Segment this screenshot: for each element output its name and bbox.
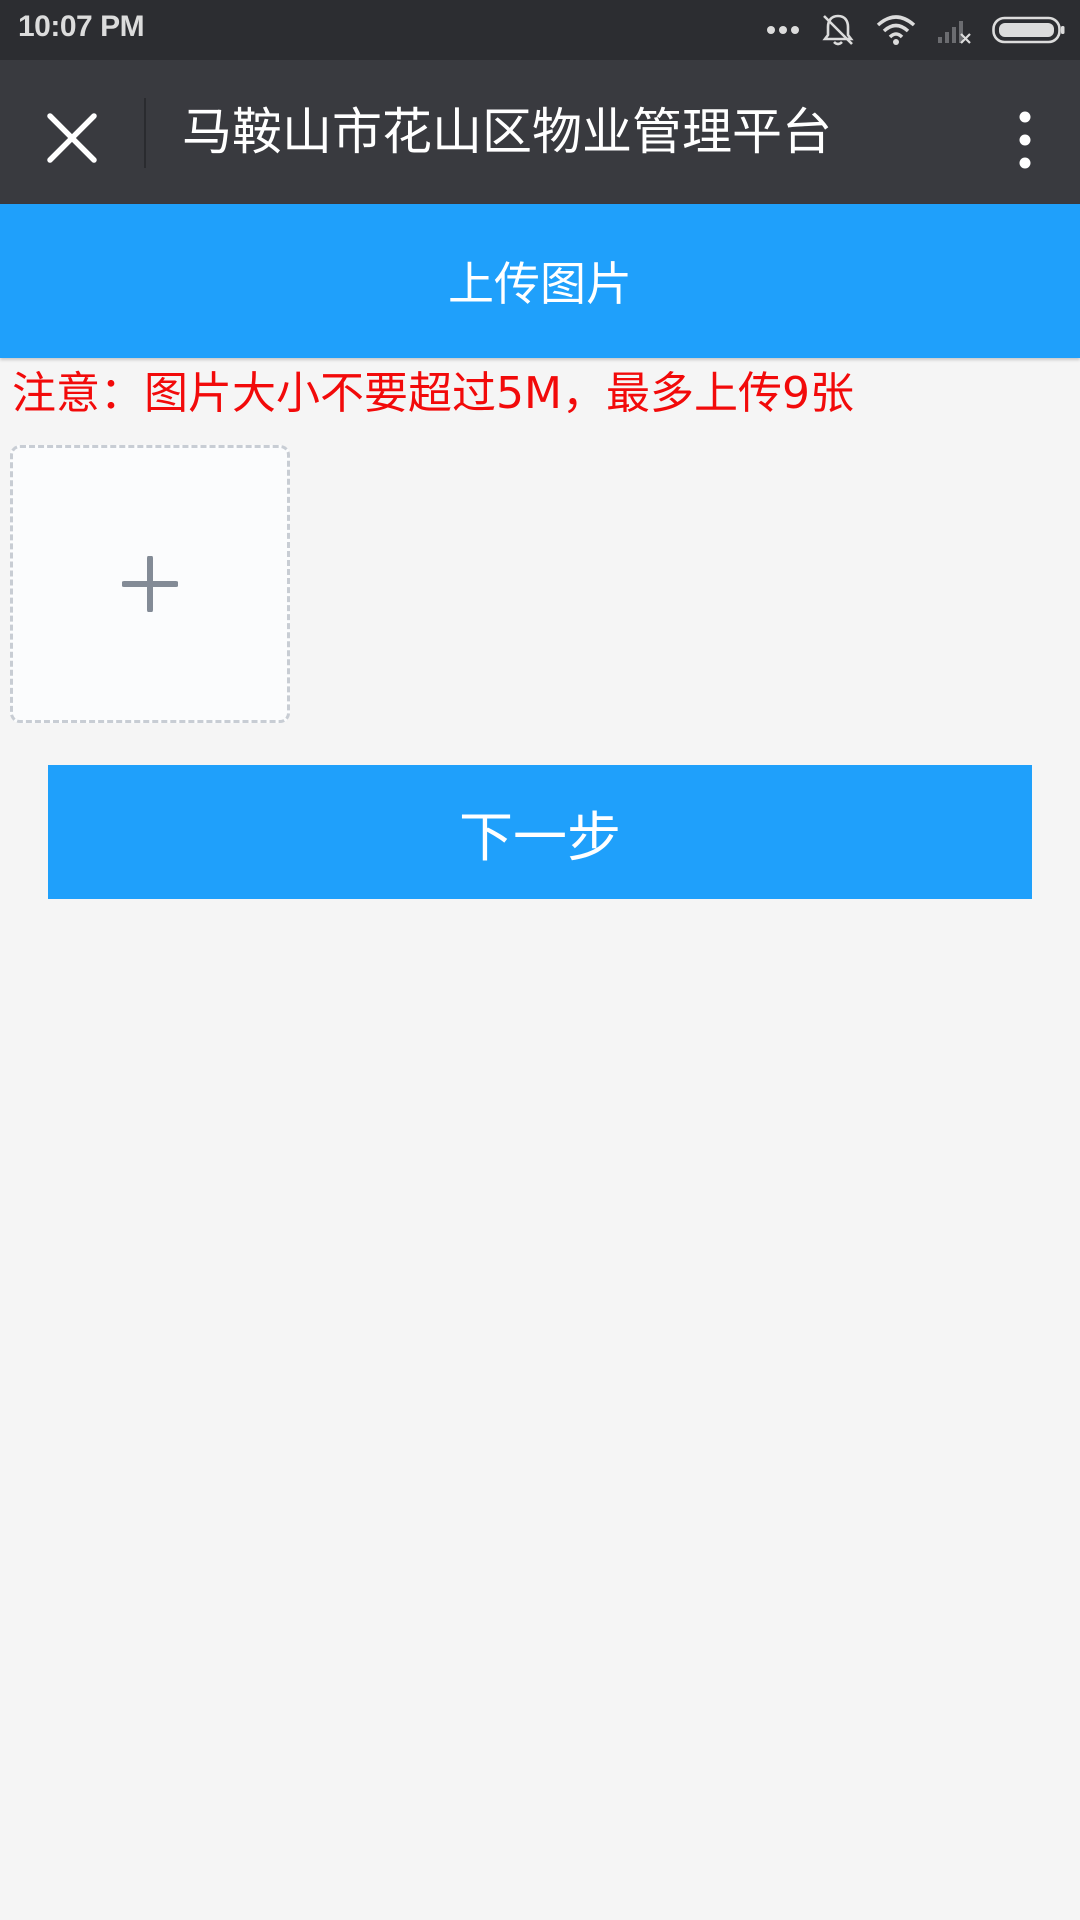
plus-icon (122, 556, 178, 612)
next-step-label: 下一步 (459, 807, 621, 868)
upload-header-title: 上传图片 (448, 257, 632, 311)
title-divider (144, 98, 146, 168)
status-bar: 10:07 PM (0, 0, 1080, 60)
status-time: 10:07 PM (18, 10, 145, 43)
battery-icon (992, 15, 1066, 45)
signal-no-service-icon (936, 15, 972, 45)
more-menu-button[interactable] (990, 98, 1060, 182)
wifi-icon (876, 15, 916, 45)
bell-muted-icon (820, 12, 856, 48)
close-icon (47, 113, 97, 163)
add-image-button[interactable] (10, 445, 290, 723)
next-step-button[interactable]: 下一步 (48, 765, 1032, 899)
status-icons (766, 12, 1066, 48)
close-button[interactable] (30, 96, 114, 180)
upload-notice: 注意：图片大小不要超过5M，最多上传9张 (12, 368, 854, 419)
upload-header: 上传图片 (0, 204, 1080, 358)
more-vertical-icon (1019, 111, 1031, 169)
page-title: 马鞍山市花山区物业管理平台 (182, 103, 832, 161)
title-bar: 马鞍山市花山区物业管理平台 (0, 60, 1080, 204)
more-dots-icon (766, 25, 800, 35)
